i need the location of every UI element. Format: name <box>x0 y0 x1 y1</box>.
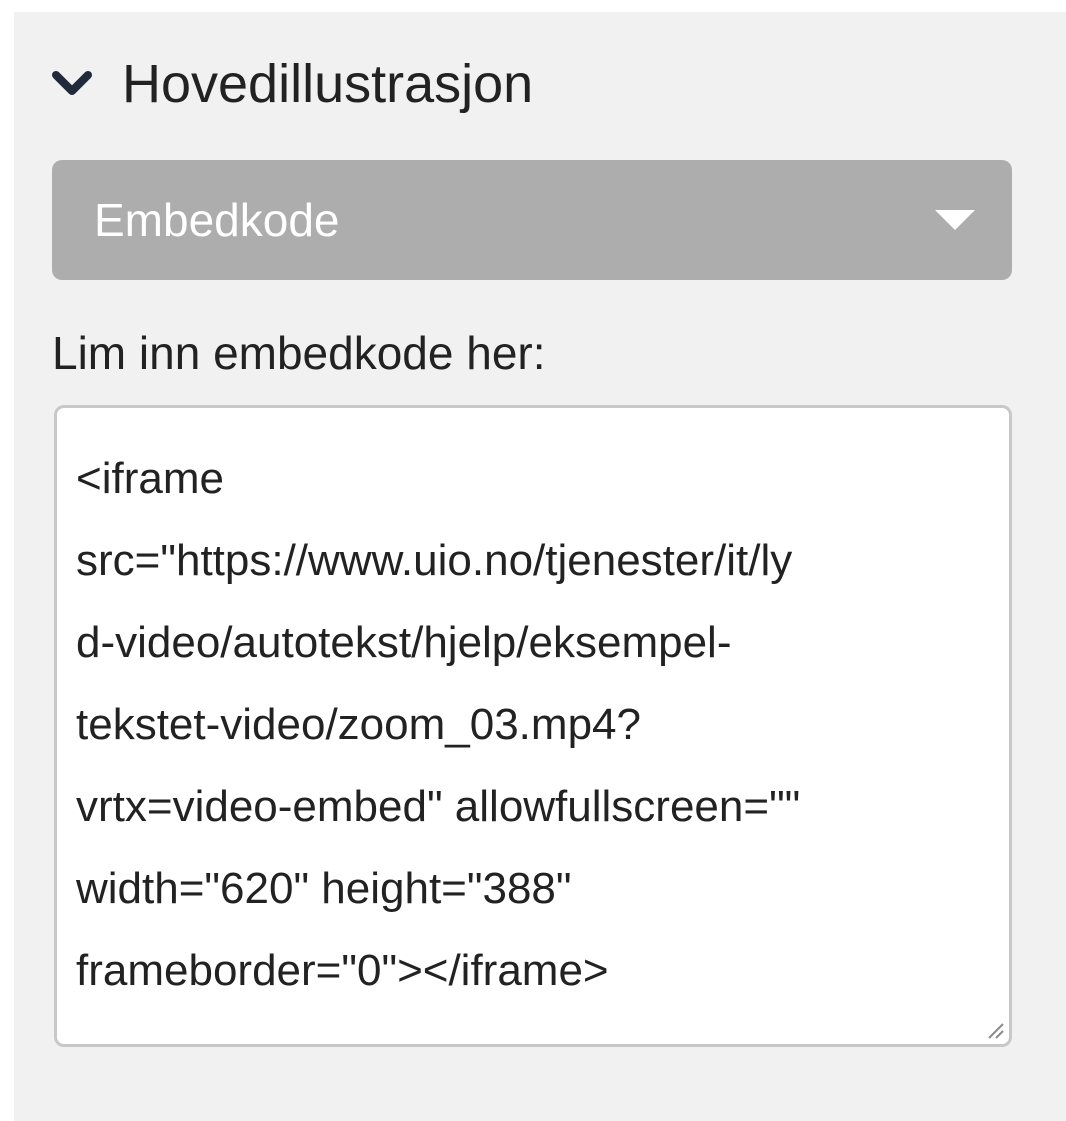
caret-down-icon <box>934 208 976 232</box>
resize-handle-icon[interactable] <box>981 1016 1005 1040</box>
section-title: Hovedillustrasjon <box>122 54 534 114</box>
embed-code-label: Lim inn embedkode her: <box>52 327 546 379</box>
embed-code-line: width="620" height="388" <box>76 864 572 913</box>
embed-code-line: src="https://www.uio.no/tjenester/it/ly <box>76 536 793 585</box>
embed-code-line: vrtx=video-embed" allowfullscreen="" <box>76 782 801 831</box>
embed-code-line: tekstet-video/zoom_03.mp4? <box>76 700 641 749</box>
embed-code-line: frameborder="0"></iframe> <box>76 946 609 995</box>
embed-code-line: <iframe <box>76 454 224 503</box>
embed-code-line: d-video/autotekst/hjelp/eksempel- <box>76 618 732 667</box>
media-type-select[interactable]: Embedkode <box>52 160 1012 280</box>
embed-code-textarea[interactable]: <iframe src="https://www.uio.no/tjeneste… <box>54 405 1012 1047</box>
embed-code-text[interactable]: <iframe src="https://www.uio.no/tjeneste… <box>76 438 988 1012</box>
section-toggle-hovedillustrasjon[interactable]: Hovedillustrasjon <box>52 44 533 124</box>
chevron-down-icon <box>52 64 92 104</box>
select-value: Embedkode <box>94 194 340 246</box>
